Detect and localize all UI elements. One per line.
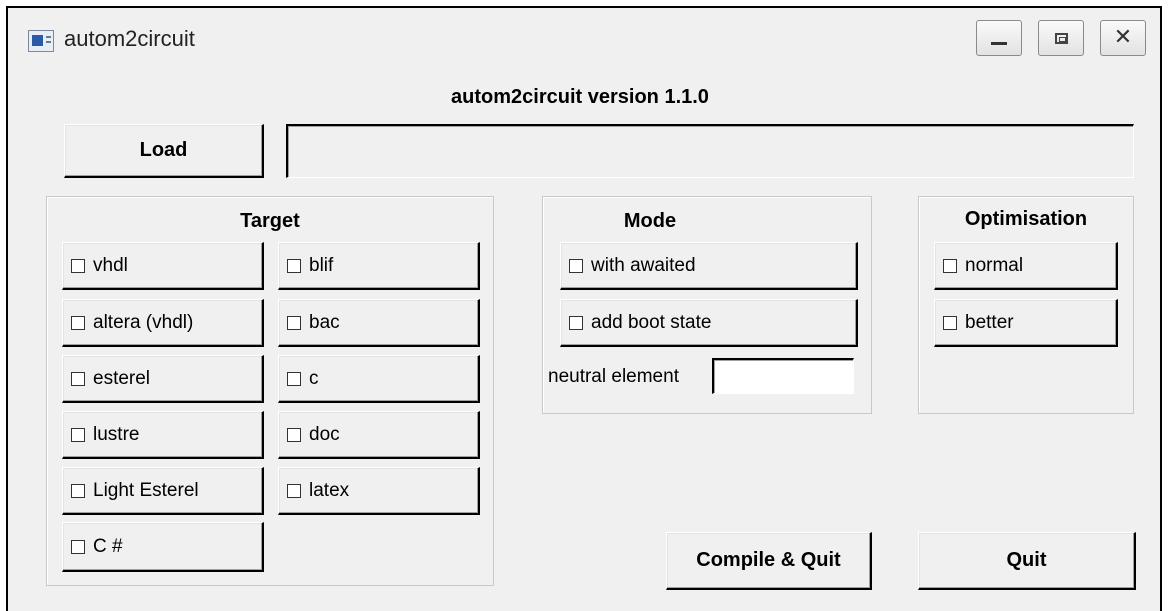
target-heading: Target (240, 210, 300, 232)
window-title: autom2circuit (64, 26, 195, 51)
checkbox-icon[interactable] (943, 258, 957, 273)
close-icon: ✕ (1113, 25, 1133, 50)
version-heading: autom2circuit version 1.1.0 (451, 86, 709, 108)
checkbox-icon[interactable] (569, 258, 583, 273)
checkbox-label: doc (309, 423, 340, 445)
checkbox-icon[interactable] (287, 427, 301, 442)
checkbox-label: esterel (93, 367, 151, 389)
checkbox-icon[interactable] (71, 371, 85, 386)
target-checkbox-light-esterel[interactable]: Light Esterel (62, 467, 264, 515)
checkbox-label: Light Esterel (93, 479, 199, 501)
maximize-icon (1054, 32, 1068, 44)
checkbox-icon[interactable] (569, 315, 583, 330)
checkbox-label: C # (93, 535, 123, 557)
checkbox-label: latex (309, 479, 350, 501)
checkbox-icon[interactable] (71, 258, 85, 273)
checkbox-icon[interactable] (943, 315, 957, 330)
optimisation-heading: Optimisation (964, 208, 1088, 230)
minimize-icon (991, 41, 1007, 45)
target-checkbox-vhdl[interactable]: vhdl (62, 242, 264, 290)
target-checkbox-lustre[interactable]: lustre (62, 411, 264, 459)
target-checkbox-blif[interactable]: blif (278, 242, 480, 290)
load-button[interactable]: Load (64, 124, 264, 178)
checkbox-icon[interactable] (71, 483, 85, 498)
target-checkbox-esterel[interactable]: esterel (62, 355, 264, 403)
checkbox-label: with awaited (591, 254, 696, 276)
checkbox-label: normal (965, 254, 1024, 276)
target-checkbox-csharp[interactable]: C # (62, 522, 264, 572)
optimisation-checkbox-normal[interactable]: normal (934, 242, 1118, 290)
minimize-button[interactable] (976, 20, 1022, 56)
checkbox-icon[interactable] (71, 315, 85, 330)
target-checkbox-doc[interactable]: doc (278, 411, 480, 459)
checkbox-label: lustre (93, 423, 140, 445)
checkbox-label: blif (309, 254, 334, 276)
mode-checkbox-add-boot-state[interactable]: add boot state (560, 299, 858, 347)
checkbox-icon[interactable] (71, 427, 85, 442)
checkbox-label: altera (vhdl) (93, 311, 194, 333)
checkbox-label: vhdl (93, 254, 128, 276)
target-checkbox-altera[interactable]: altera (vhdl) (62, 299, 264, 347)
neutral-element-label: neutral element (548, 366, 679, 387)
checkbox-label: add boot state (591, 311, 712, 333)
checkbox-label: c (309, 367, 319, 389)
optimisation-checkbox-better[interactable]: better (934, 299, 1118, 347)
maximize-button[interactable] (1038, 20, 1084, 56)
neutral-element-input[interactable] (712, 358, 854, 394)
checkbox-icon[interactable] (71, 539, 85, 554)
target-checkbox-c[interactable]: c (278, 355, 480, 403)
checkbox-icon[interactable] (287, 315, 301, 330)
mode-checkbox-with-awaited[interactable]: with awaited (560, 242, 858, 290)
compile-and-quit-button[interactable]: Compile & Quit (666, 532, 872, 590)
close-button[interactable]: ✕ (1100, 20, 1146, 56)
checkbox-icon[interactable] (287, 483, 301, 498)
quit-button[interactable]: Quit (918, 532, 1136, 590)
mode-heading: Mode (623, 210, 677, 232)
target-checkbox-latex[interactable]: latex (278, 467, 480, 515)
checkbox-label: bac (309, 311, 340, 333)
checkbox-icon[interactable] (287, 371, 301, 386)
checkbox-icon[interactable] (287, 258, 301, 273)
app-icon (28, 30, 54, 52)
target-checkbox-bac[interactable]: bac (278, 299, 480, 347)
title-bar: autom2circuit ✕ (8, 8, 1160, 78)
checkbox-label: better (965, 311, 1014, 333)
file-path-field[interactable] (286, 124, 1134, 178)
